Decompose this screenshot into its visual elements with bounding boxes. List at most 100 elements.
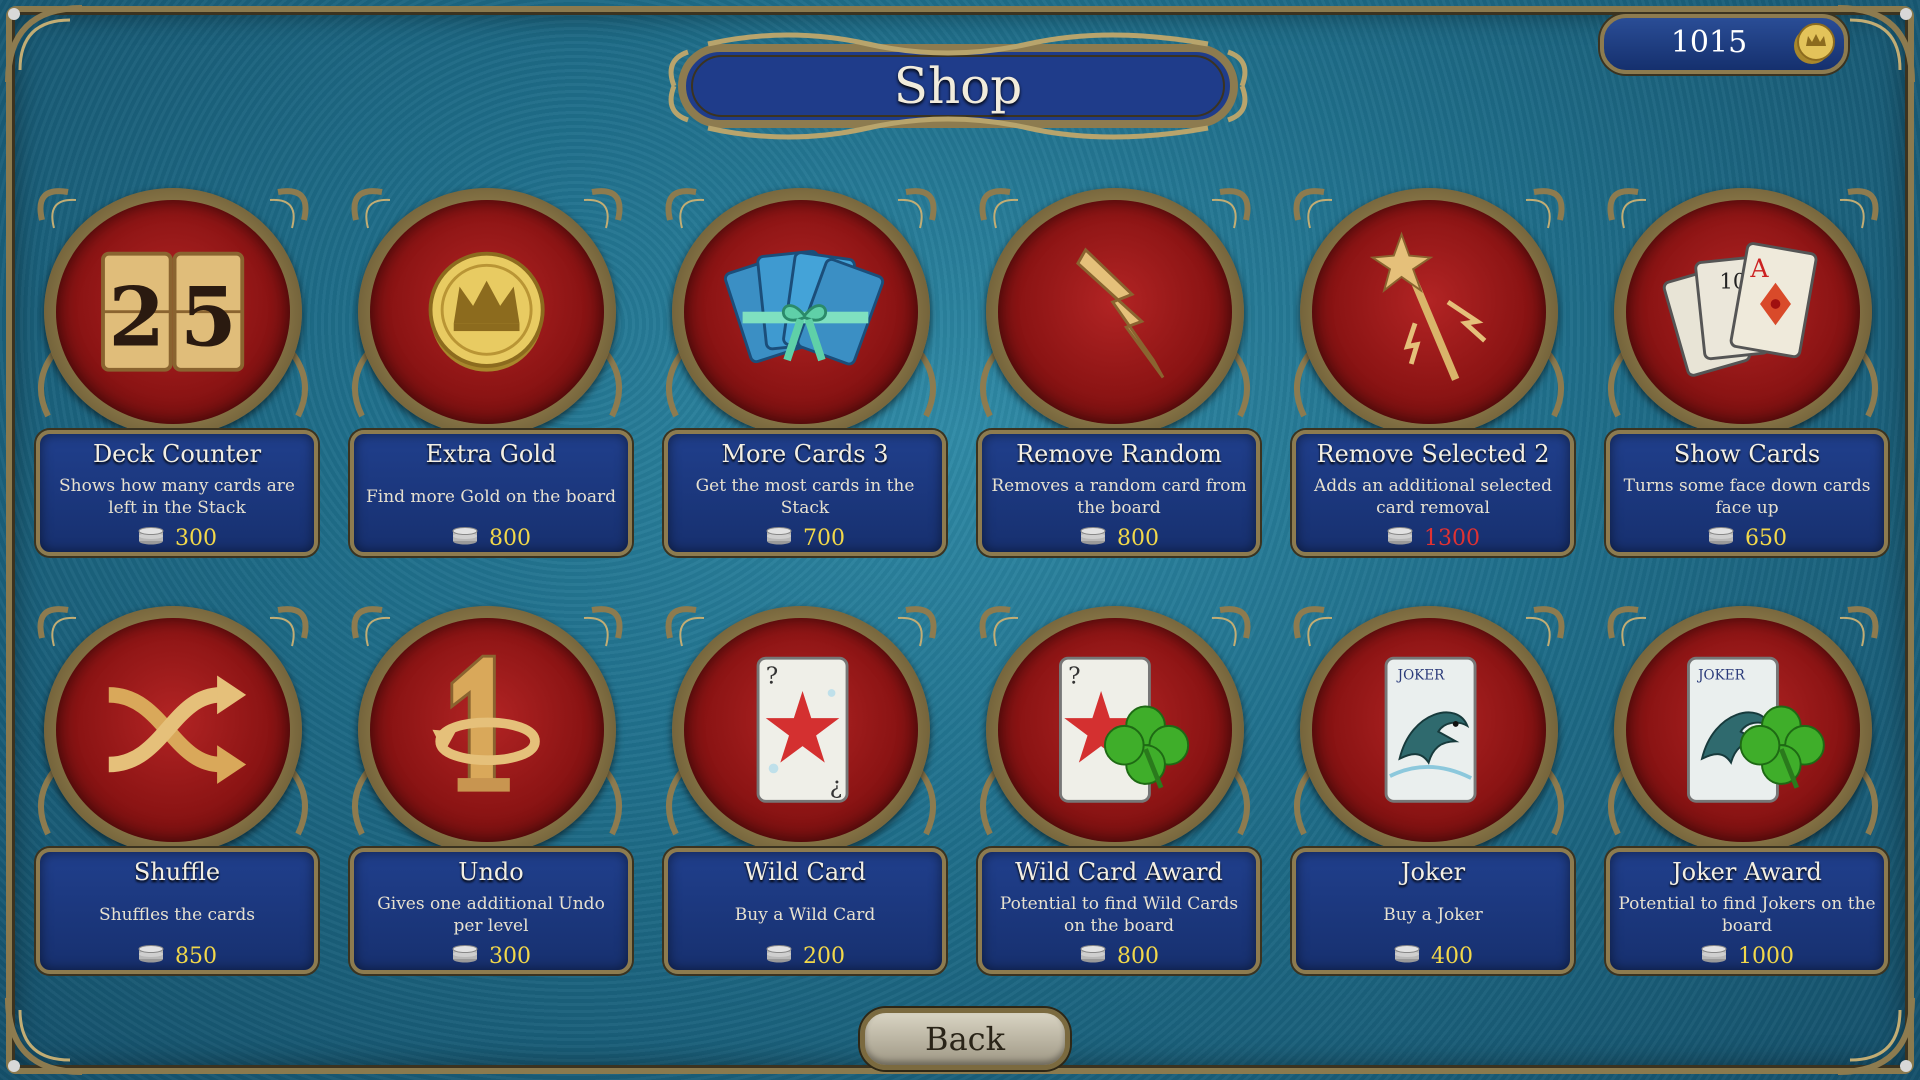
- shop-item[interactable]: Remove Selected 2 Adds an additional sele…: [1284, 180, 1574, 556]
- shuffle-icon: [44, 606, 302, 854]
- shop-item[interactable]: More Cards 3 Get the most cards in the St…: [656, 180, 946, 556]
- corner-ornament: [1830, 990, 1920, 1080]
- item-description: Turns some face down cards face up: [1623, 476, 1871, 518]
- item-name: Remove Selected 2: [1316, 440, 1550, 468]
- item-name: More Cards 3: [721, 440, 889, 468]
- item-price: 1300: [1296, 526, 1570, 551]
- item-price-value: 200: [803, 943, 845, 969]
- item-price: 650: [1610, 525, 1884, 551]
- item-price: 800: [982, 943, 1256, 969]
- item-price-value: 650: [1745, 525, 1787, 551]
- shop-item[interactable]: JOKER Joker Buy a Joker 400: [1284, 598, 1574, 974]
- item-info-panel: More Cards 3 Get the most cards in the St…: [664, 430, 946, 556]
- svg-text:JOKER: JOKER: [1697, 668, 1747, 684]
- svg-text:¿: ¿: [830, 773, 842, 800]
- item-info-panel: Wild Card Buy a Wild Card 200: [664, 848, 946, 974]
- shop-item[interactable]: Shuffle Shuffles the cards 850: [28, 598, 318, 974]
- item-info-panel: Shuffle Shuffles the cards 850: [36, 848, 318, 974]
- shop-item[interactable]: Remove Random Removes a random card from …: [970, 180, 1260, 556]
- item-medallion: [672, 188, 930, 436]
- item-price: 400: [1296, 943, 1570, 969]
- item-price: 1000: [1610, 943, 1884, 969]
- item-price-value: 300: [175, 525, 217, 551]
- shop-item[interactable]: 2 5 Deck Counter Shows how many cards are l…: [28, 180, 318, 556]
- coin-stack-icon: [1700, 943, 1728, 969]
- wild-card-clover-icon: ?: [986, 606, 1244, 854]
- item-info-panel: Joker Award Potential to find Jokers on t…: [1606, 848, 1888, 974]
- gold-balance: 1015: [1600, 14, 1848, 74]
- item-description: Potential to find Wild Cards on the boar…: [999, 894, 1239, 936]
- item-description: Shuffles the cards: [99, 905, 255, 925]
- item-price-value: 850: [175, 943, 217, 969]
- item-name: Wild Card Award: [1015, 858, 1223, 886]
- item-medallion: JOKER: [1300, 606, 1558, 854]
- item-medallion: JOKER: [1614, 606, 1872, 854]
- shop-item[interactable]: Extra Gold Find more Gold on the board 800: [342, 180, 632, 556]
- item-description: Gives one additional Undo per level: [377, 894, 605, 936]
- item-medallion: [358, 606, 616, 854]
- shop-item[interactable]: JOKER Joker Award Potential to find Jokers…: [1598, 598, 1888, 974]
- lightning-icon: [986, 188, 1244, 436]
- item-medallion: ? ¿: [672, 606, 930, 854]
- item-info-panel: Wild Card Award Potential to find Wild Ca…: [978, 848, 1260, 974]
- item-name: Undo: [458, 858, 524, 886]
- svg-text:5: 5: [181, 271, 238, 366]
- item-description: Adds an additional selected card removal: [1314, 476, 1552, 518]
- joker-card-clover-icon: JOKER: [1614, 606, 1872, 854]
- svg-text:2: 2: [109, 271, 166, 366]
- item-price: 300: [40, 525, 314, 551]
- coin-stack-icon: [1707, 525, 1735, 551]
- item-info-panel: Extra Gold Find more Gold on the board 800: [350, 430, 632, 556]
- item-name: Remove Random: [1016, 440, 1222, 468]
- shop-item[interactable]: Undo Gives one additional Undo per level 3…: [342, 598, 632, 974]
- item-price-value: 700: [803, 525, 845, 551]
- coin-stack-icon: [1393, 943, 1421, 969]
- wild-card-icon: ? ¿: [672, 606, 930, 854]
- playing-cards-icon: 10 A: [1614, 188, 1872, 436]
- item-description: Buy a Wild Card: [734, 905, 876, 925]
- item-price-value: 300: [489, 943, 531, 969]
- shop-item[interactable]: ? Wild Card Award Potential to find Wild C…: [970, 598, 1260, 974]
- gold-amount: 1015: [1670, 25, 1748, 60]
- item-description: Find more Gold on the board: [365, 487, 617, 507]
- item-price: 200: [668, 943, 942, 969]
- item-price: 700: [668, 525, 942, 551]
- svg-text:?: ?: [1069, 663, 1081, 690]
- shop-screen: Shop 1015 2 5 Deck Counter Shows how many c…: [0, 0, 1920, 1080]
- gold-coin-icon: [1794, 23, 1835, 64]
- item-medallion: [986, 188, 1244, 436]
- item-price: 850: [40, 943, 314, 969]
- item-name: Shuffle: [133, 858, 221, 886]
- coin-stack-icon: [451, 525, 479, 551]
- item-info-panel: Remove Selected 2 Adds an additional sele…: [1292, 430, 1574, 556]
- svg-text:JOKER: JOKER: [1396, 668, 1446, 684]
- shop-item[interactable]: 10 A Show Cards Turns some face down cards …: [1598, 180, 1888, 556]
- item-info-panel: Undo Gives one additional Undo per level 3…: [350, 848, 632, 974]
- item-description: Potential to find Jokers on the board: [1618, 894, 1876, 936]
- shop-items-grid: 2 5 Deck Counter Shows how many cards are l…: [28, 180, 1892, 980]
- gift-cards-icon: [672, 188, 930, 436]
- title-plate: Shop: [668, 30, 1248, 142]
- coin-stack-icon: [137, 525, 165, 551]
- coin-stack-icon: [1079, 525, 1107, 551]
- item-price-value: 400: [1431, 943, 1473, 969]
- shop-item[interactable]: ? ¿ Wild Card Buy a Wild Card 200: [656, 598, 946, 974]
- item-price-value: 800: [1117, 525, 1159, 551]
- joker-card-icon: JOKER: [1300, 606, 1558, 854]
- coin-stack-icon: [765, 943, 793, 969]
- svg-text:?: ?: [766, 663, 778, 690]
- item-price-value: 1000: [1738, 943, 1794, 969]
- item-info-panel: Remove Random Removes a random card from …: [978, 430, 1260, 556]
- item-price: 800: [354, 525, 628, 551]
- item-description: Removes a random card from the board: [991, 476, 1247, 518]
- undo-one-icon: [358, 606, 616, 854]
- back-button[interactable]: Back: [860, 1008, 1070, 1070]
- item-name: Extra Gold: [425, 440, 557, 468]
- corner-ornament: [0, 0, 90, 90]
- item-price-value: 800: [1117, 943, 1159, 969]
- item-description: Get the most cards in the Stack: [695, 476, 915, 518]
- item-price-value: 800: [489, 525, 531, 551]
- gold-coin-icon: [358, 188, 616, 436]
- coin-stack-icon: [451, 943, 479, 969]
- item-medallion: ?: [986, 606, 1244, 854]
